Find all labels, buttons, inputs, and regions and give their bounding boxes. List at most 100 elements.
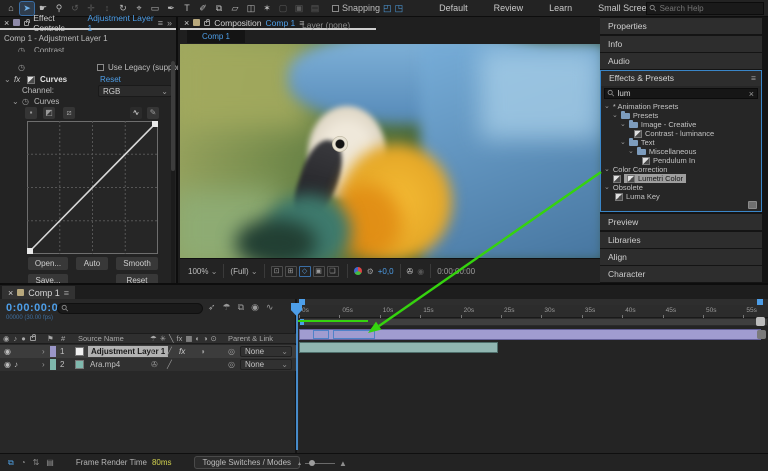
layer-name[interactable]: Adjustment Layer 1: [88, 346, 169, 357]
clipped-param-row[interactable]: ◷ Contrast: [0, 44, 178, 52]
video-column-icon[interactable]: ◉: [3, 334, 10, 343]
playhead-line[interactable]: [296, 303, 298, 450]
curve-grid-icon[interactable]: ◩: [43, 107, 55, 119]
layer-color-swatch[interactable]: [50, 346, 56, 357]
stopwatch-icon[interactable]: ◷: [18, 63, 25, 73]
smooth-curve-icon[interactable]: ∿: [130, 107, 142, 119]
align-panel-header[interactable]: Align: [600, 249, 762, 265]
layer-color-swatch[interactable]: [50, 359, 56, 370]
frame-blend-column-icon[interactable]: ▦: [185, 334, 192, 343]
tree-item-miscellaneous[interactable]: ⌄ Miscellaneous: [601, 146, 761, 156]
stopwatch-icon[interactable]: ◷: [22, 97, 29, 107]
layer-viewer-tab[interactable]: Layer (none): [302, 20, 350, 30]
effects-icon[interactable]: fx: [179, 345, 185, 358]
reset-link[interactable]: Reset: [100, 75, 121, 85]
twirl-icon[interactable]: ⌄: [604, 165, 610, 174]
twirl-icon[interactable]: ⌄: [604, 102, 610, 111]
workspace-small-screen[interactable]: Small Screen: [598, 3, 652, 13]
brush-tool[interactable]: ✐: [196, 2, 210, 15]
tree-item-presets[interactable]: ⌄ Presets: [601, 110, 761, 120]
current-timecode[interactable]: 0:00:00:00: [6, 302, 65, 314]
curves-effect-header[interactable]: ⌄ fx Curves Reset: [0, 75, 178, 85]
3d-column-icon[interactable]: ⊙: [211, 334, 217, 343]
time-ruler[interactable]: 0s 05s 10s 15s 20s 25s 30s 35s 40s 45s 50s 55s: [299, 305, 768, 318]
solo-column-icon[interactable]: ●: [21, 334, 26, 343]
tree-item-color-correction[interactable]: ⌄ Color Correction: [601, 165, 761, 174]
twirl-icon[interactable]: ⌄: [612, 111, 618, 120]
effects-search-input[interactable]: [617, 89, 746, 98]
close-icon[interactable]: ×: [184, 18, 189, 28]
region-of-interest-icon[interactable]: ▣: [312, 265, 325, 277]
project-icon[interactable]: ▤: [46, 458, 54, 468]
label-column-icon[interactable]: ⚑: [47, 334, 54, 343]
effects-column-icon[interactable]: fx: [177, 334, 183, 343]
mask-visibility-icon[interactable]: ◇: [298, 265, 311, 277]
multi-frame-rendering-icon[interactable]: ⧉: [8, 458, 14, 468]
snap-features-icon[interactable]: ◳: [395, 3, 404, 13]
layer-name[interactable]: Ara.mp4: [90, 358, 120, 371]
snapping-checkbox[interactable]: [332, 4, 339, 12]
tree-item-animation-presets[interactable]: ⌄ * Animation Presets: [601, 102, 761, 111]
clear-search-icon[interactable]: ×: [749, 89, 754, 99]
effect-duration-box[interactable]: [333, 330, 375, 339]
twirl-icon[interactable]: ⌄: [12, 97, 19, 107]
shy-column-icon[interactable]: ☂: [150, 334, 157, 343]
close-icon[interactable]: ×: [4, 18, 9, 28]
zoom-slider-handle[interactable]: [309, 460, 316, 466]
zoom-level-dropdown[interactable]: 100% ⌄: [188, 267, 217, 276]
flowchart-icon[interactable]: ➶: [208, 302, 216, 313]
timeline-zoom-slider[interactable]: ▴ ▲: [298, 459, 347, 468]
effect-controls-tab[interactable]: × Effect Controls Adjustment Layer 1 ≡ »: [0, 13, 176, 33]
viewer-tab-comp1[interactable]: Comp 1: [187, 30, 245, 43]
tree-item-image-creative[interactable]: ⌄ Image - Creative: [601, 119, 761, 129]
draw-curve-pencil-icon[interactable]: ✎: [147, 107, 159, 119]
toggle-switches-modes-button[interactable]: Toggle Switches / Modes: [193, 456, 301, 469]
expander-icon[interactable]: ›: [42, 345, 45, 358]
zoom-in-icon[interactable]: ▲: [339, 459, 347, 468]
open-button[interactable]: Open...: [28, 257, 68, 270]
panel-menu-icon[interactable]: ≡: [158, 18, 163, 28]
roto-brush-tool[interactable]: ◫: [244, 2, 258, 15]
view-axis-mode-icon[interactable]: ▤: [308, 2, 322, 15]
twirl-icon[interactable]: ⌄: [4, 75, 11, 85]
comp-mini-flowchart-icon[interactable]: [757, 330, 766, 339]
curve-tiny-icon[interactable]: ▪: [25, 107, 37, 119]
curve-square-icon[interactable]: ⧄: [63, 107, 75, 119]
help-search-input[interactable]: [659, 4, 768, 13]
clone-stamp-tool[interactable]: ⧉: [212, 2, 226, 15]
parent-link-column-header[interactable]: Parent & Link: [228, 334, 273, 343]
shy-icon[interactable]: ☂: [223, 302, 231, 313]
workspace-default[interactable]: Default: [439, 3, 468, 13]
adjustment-switch-icon[interactable]: ◑: [200, 345, 205, 358]
selection-tool[interactable]: ➤: [19, 0, 35, 16]
twirl-icon[interactable]: ⌄: [620, 138, 626, 147]
tree-item-contrast-luminance[interactable]: Contrast - luminance: [601, 129, 761, 138]
resolution-dropdown[interactable]: (Full) ⌄: [230, 267, 257, 276]
eraser-tool[interactable]: ▱: [228, 2, 242, 15]
layer-row-footage[interactable]: ◉ ♪ › 2 Ara.mp4 ✇ ╱ ◎ None ⌄: [0, 358, 297, 371]
quality-icon[interactable]: ╱: [167, 345, 172, 358]
stopwatch-icon[interactable]: ◷: [18, 44, 25, 52]
fast-previews-gear-icon[interactable]: ⚙: [367, 267, 374, 276]
frame-blending-icon[interactable]: ⧉: [238, 302, 244, 313]
libraries-panel-header[interactable]: Libraries: [600, 232, 762, 248]
audio-toggle-icon[interactable]: ♪: [14, 358, 18, 371]
collapse-column-icon[interactable]: ✳: [160, 334, 166, 343]
layer-label-box[interactable]: [75, 360, 84, 369]
new-animation-preset-icon[interactable]: [748, 201, 757, 209]
layer-in-handle[interactable]: [313, 330, 329, 339]
tab-overflow-icon[interactable]: »: [167, 18, 172, 28]
parent-dropdown[interactable]: None ⌄: [240, 346, 292, 357]
io-icon[interactable]: ⇅: [33, 458, 40, 468]
motion-blur-column-icon[interactable]: ◐: [195, 334, 200, 343]
parrot-preview-image[interactable]: [180, 44, 600, 258]
workspace-learn[interactable]: Learn: [549, 3, 572, 13]
curves-group-row[interactable]: ⌄ ◷ Curves: [0, 97, 178, 107]
twirl-icon[interactable]: ⌄: [620, 120, 626, 129]
parent-dropdown[interactable]: None ⌄: [240, 359, 292, 370]
tree-item-obsolete[interactable]: ⌄ Obsolete: [601, 183, 761, 192]
twirl-icon[interactable]: ⌄: [604, 183, 610, 192]
lock-column-icon[interactable]: [29, 334, 36, 341]
properties-panel-header[interactable]: Properties: [600, 18, 762, 34]
smooth-button[interactable]: Smooth: [116, 257, 158, 270]
